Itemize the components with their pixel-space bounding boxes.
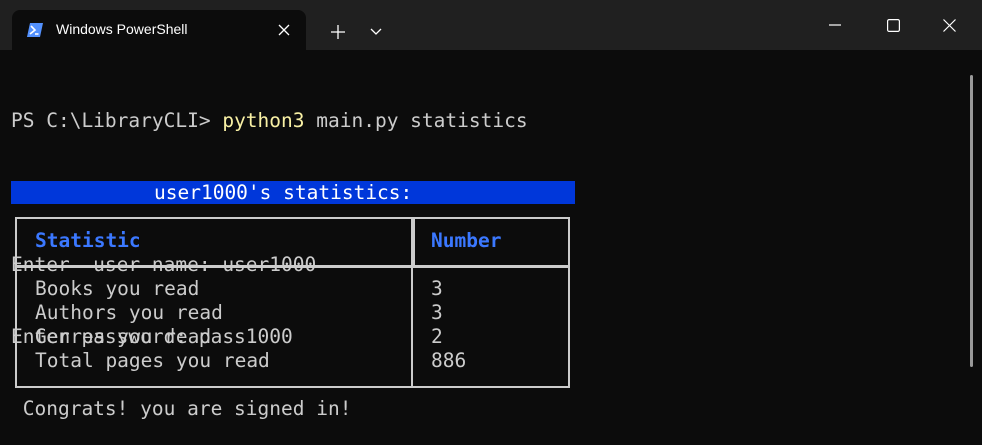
column-header-statistic: Statistic [35,229,141,252]
minimize-icon[interactable] [812,8,858,42]
column-header-number: Number [431,229,502,252]
row-value: 2 [431,325,443,348]
tab-title: Windows PowerShell [56,21,188,37]
powershell-icon [26,22,44,38]
banner-text: user1000's statistics: [154,181,413,204]
row-label: Authors you read [35,301,223,324]
output-line: Congrats! you are signed in! [11,397,352,420]
command-line: PS C:\LibraryCLI> python3 main.py statis… [11,109,951,133]
table-column-divider [413,217,415,267]
plus-icon[interactable] [324,18,352,46]
close-window-icon[interactable] [926,8,972,42]
row-label: Total pages you read [35,349,270,372]
prompt: PS C:\LibraryCLI> [11,109,223,132]
title-bar: Windows PowerShell [0,0,982,50]
row-label: Books you read [35,277,200,300]
close-tab-icon[interactable] [272,18,296,42]
statistics-banner: user1000's statistics: [11,181,575,204]
statistics-table: Statistic Number Books you read 3 Author… [15,217,570,388]
vertical-scrollbar[interactable] [970,75,973,367]
row-value: 886 [431,349,467,372]
row-value: 3 [431,277,443,300]
command-args: main.py statistics [304,109,528,132]
maximize-icon[interactable] [870,8,916,42]
row-label: Genres you read [35,325,212,348]
table-header-divider [15,265,570,268]
row-value: 3 [431,301,443,324]
tab-windows-powershell[interactable]: Windows PowerShell [12,10,306,50]
command-name: python3 [222,109,305,132]
chevron-down-icon[interactable] [362,18,390,46]
